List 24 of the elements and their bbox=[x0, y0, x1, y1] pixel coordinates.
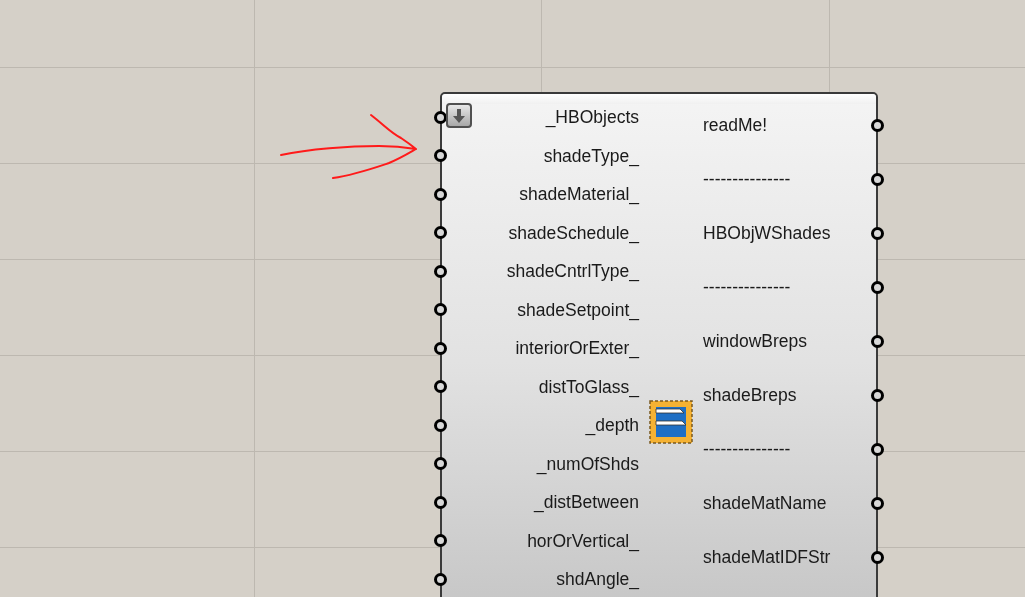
input-label: horOrVertical_ bbox=[527, 529, 639, 554]
output-label: --------------- bbox=[703, 437, 791, 461]
output-label: HBObjWShades bbox=[703, 221, 831, 245]
input-label: shadeCntrlType_ bbox=[506, 260, 639, 284]
input-label: _distBetween bbox=[533, 491, 639, 515]
input-label: shdAngle_ bbox=[556, 568, 639, 592]
input-label: shadeType_ bbox=[543, 144, 639, 169]
output-label: --------------- bbox=[703, 167, 791, 191]
output-label: shadeBreps bbox=[703, 383, 797, 407]
output-label: windowBreps bbox=[703, 329, 808, 353]
output-label: readMe! bbox=[703, 113, 768, 137]
input-label: _numOfShds bbox=[536, 452, 639, 477]
input-label: _depth bbox=[585, 414, 639, 438]
input-label: distToGlass_ bbox=[538, 375, 639, 400]
shade-stack-icon bbox=[649, 400, 693, 444]
input-label: shadeMaterial_ bbox=[519, 183, 639, 207]
output-label: --------------- bbox=[703, 275, 791, 299]
output-label: shadeMatIDFStr bbox=[703, 545, 831, 569]
input-label: _HBObjects bbox=[545, 106, 639, 130]
component-node[interactable] bbox=[440, 92, 878, 597]
output-label: shadeMatName bbox=[703, 491, 827, 515]
input-label: shadeSchedule_ bbox=[508, 221, 639, 246]
input-label: shadeSetpoint_ bbox=[517, 298, 639, 323]
input-label: interiorOrExter_ bbox=[515, 337, 639, 361]
